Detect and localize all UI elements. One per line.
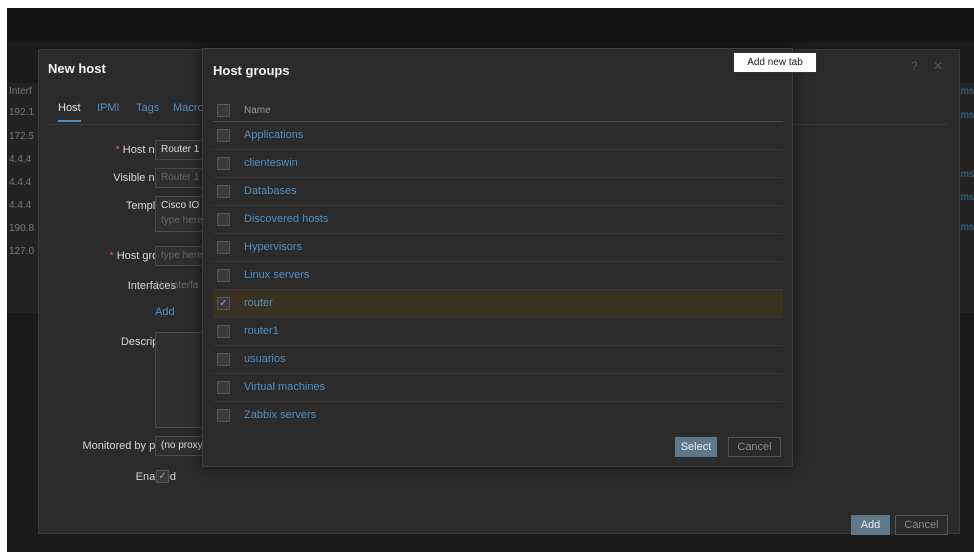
group-checkbox[interactable]	[217, 325, 230, 338]
visible-name-input[interactable]: Router 1	[155, 168, 205, 188]
bg-ip: 172.5	[9, 131, 35, 142]
bg-ip: 192.1	[9, 107, 35, 118]
bg-ip: Interf	[9, 86, 32, 97]
group-row: Zabbix servers	[213, 402, 783, 429]
group-checkbox[interactable]	[217, 353, 230, 366]
group-link[interactable]: Virtual machines	[244, 381, 325, 393]
check-icon: ✓	[158, 471, 167, 482]
bg-ms-link: ms	[960, 110, 974, 121]
host-groups-input[interactable]: type here	[155, 246, 205, 266]
tab-ipmi[interactable]: IPMI	[97, 102, 120, 114]
tab-tags[interactable]: Tags	[136, 102, 159, 114]
group-link[interactable]: usuarios	[244, 353, 286, 365]
dialog-title: Host groups	[213, 63, 290, 78]
cancel-button[interactable]: Cancel	[895, 515, 948, 535]
group-row: Virtual machines	[213, 374, 783, 402]
group-checkbox[interactable]	[217, 157, 230, 170]
select-all-checkbox[interactable]	[217, 104, 230, 117]
add-interface-link[interactable]: Add	[155, 306, 175, 318]
host-name-input[interactable]: Router 1	[155, 140, 205, 160]
group-row: Hypervisors	[213, 234, 783, 262]
interfaces-empty-text: No interfa	[155, 280, 199, 291]
tab-host[interactable]: Host	[58, 102, 81, 122]
bg-ip: 4.4.4	[9, 177, 32, 188]
templates-type-placeholder[interactable]: type here	[161, 215, 203, 226]
group-checkbox[interactable]: ✓	[217, 297, 230, 310]
group-link[interactable]: Zabbix servers	[244, 409, 316, 421]
group-row: Databases	[213, 178, 783, 206]
template-chip[interactable]: Cisco IO	[161, 200, 199, 211]
group-link[interactable]: router1	[244, 325, 279, 337]
bg-ms-link: ms	[960, 192, 974, 203]
group-link[interactable]: Applications	[244, 129, 303, 141]
dialog-title: New host	[48, 61, 106, 76]
group-row: Discovered hosts	[213, 206, 783, 234]
enabled-checkbox[interactable]: ✓	[156, 470, 169, 483]
group-row: router1	[213, 318, 783, 346]
group-link[interactable]: clienteswin	[244, 157, 298, 169]
group-checkbox[interactable]	[217, 241, 230, 254]
group-checkbox[interactable]	[217, 409, 230, 422]
help-close-icons[interactable]: ? ✕	[911, 59, 949, 73]
description-textarea[interactable]	[155, 332, 205, 428]
group-checkbox[interactable]	[217, 213, 230, 226]
screen: Interf 192.1 172.5 4.4.4 4.4.4 4.4.4 190…	[7, 8, 974, 552]
bg-ms-link: ms	[960, 169, 974, 180]
group-checkbox[interactable]	[217, 381, 230, 394]
bg-ip: 4.4.4	[9, 154, 32, 165]
group-row: usuarios	[213, 346, 783, 374]
table-header: Name	[213, 101, 783, 122]
group-link[interactable]: Linux servers	[244, 269, 309, 281]
tooltip: Add new tab	[733, 52, 817, 73]
templates-multiselect[interactable]: Cisco IO type here	[155, 196, 205, 232]
bg-ip: 4.4.4	[9, 200, 32, 211]
check-icon: ✓	[219, 298, 228, 309]
group-row-selected: ✓ router	[213, 290, 783, 318]
select-button[interactable]: Select	[675, 437, 717, 457]
host-groups-dialog: Host groups Name Applications clienteswi…	[202, 48, 793, 467]
proxy-select[interactable]: (no proxy	[155, 436, 205, 456]
bg-ms-link: ms	[960, 86, 974, 97]
bg-ip: 190.8	[9, 223, 35, 234]
add-button[interactable]: Add	[851, 515, 890, 535]
cancel-button[interactable]: Cancel	[728, 437, 781, 457]
group-link[interactable]: Databases	[244, 185, 297, 197]
bg-ip: 127.0	[9, 246, 35, 257]
column-header-name[interactable]: Name	[244, 105, 271, 116]
bg-ms-link: ms	[960, 222, 974, 233]
group-link[interactable]: Hypervisors	[244, 241, 302, 253]
group-checkbox[interactable]	[217, 185, 230, 198]
tab-macros[interactable]: Macro	[173, 102, 204, 114]
group-link[interactable]: Discovered hosts	[244, 213, 328, 225]
group-link[interactable]: router	[244, 297, 273, 309]
group-row: Applications	[213, 122, 783, 150]
group-row: Linux servers	[213, 262, 783, 290]
group-checkbox[interactable]	[217, 129, 230, 142]
group-checkbox[interactable]	[217, 269, 230, 282]
group-row: clienteswin	[213, 150, 783, 178]
top-bar	[7, 8, 974, 42]
